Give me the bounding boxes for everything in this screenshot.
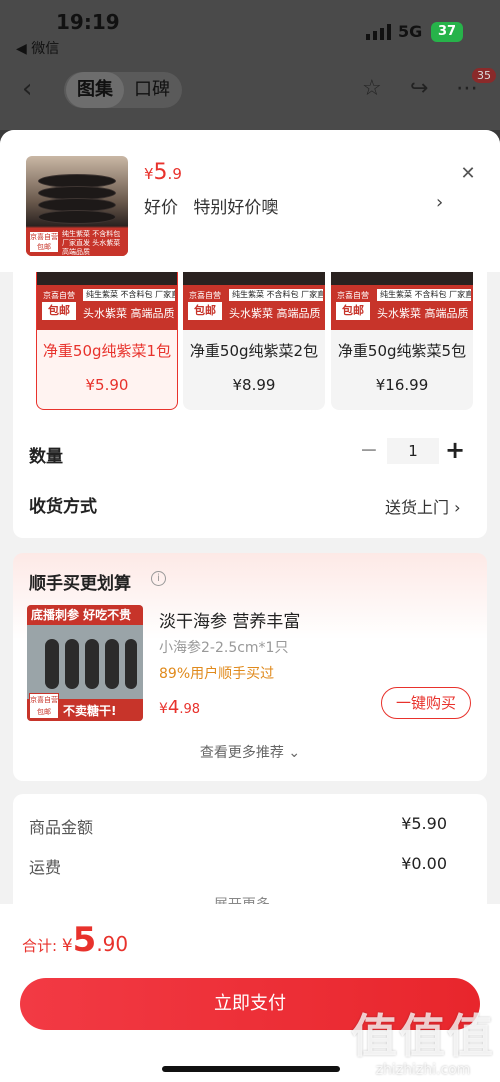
status-bar: 19:19 ◀ 微信 5G 37: [0, 0, 500, 64]
more-recommendations-link[interactable]: 查看更多推荐 ⌄: [13, 742, 487, 762]
sku-option-image: 京喜自营包邮 纯生紫菜 不含料包 厂家直发 头水紫菜 高端品质: [183, 272, 325, 330]
delivery-method-selector[interactable]: 送货上门 ›: [385, 494, 461, 518]
product-thumbnail[interactable]: 纯生紫菜 不含料包 厂家直发 头水紫菜 高端品质 京喜自营 包邮: [26, 156, 128, 256]
sku-option-1[interactable]: 京喜自营包邮 纯生紫菜 不含料包 厂家直发 头水紫菜 高端品质 净重50g纯紫菜…: [36, 272, 178, 410]
sku-header: 纯生紫菜 不含料包 厂家直发 头水紫菜 高端品质 京喜自营 包邮 ¥5.9 好价…: [0, 130, 500, 272]
sku-option-name: 净重50g纯紫菜2包: [189, 342, 319, 360]
star-icon[interactable]: ☆: [362, 76, 382, 101]
quantity-label: 数量: [29, 447, 63, 467]
sku-option-image: 京喜自营包邮 纯生紫菜 不含料包 厂家直发 头水紫菜 高端品质: [37, 272, 177, 330]
tab-reviews[interactable]: 口碑: [134, 72, 170, 108]
shipping-fee-row: 运费 ¥0.00: [29, 854, 447, 878]
promo-tag: 好价: [144, 198, 178, 218]
sku-option-price: ¥16.99: [375, 376, 429, 394]
recommendation-card: 顺手买更划算 i 底播刺参 好吃不贵 京喜自营 包邮 不卖糖干! 淡干海参 营养…: [13, 553, 487, 781]
recommended-product-spec: 小海参2-2.5cm*1只: [159, 640, 289, 656]
site-watermark: 值值值 zhizhizhi.com: [351, 1009, 495, 1078]
recommended-product-image[interactable]: 底播刺参 好吃不贵 京喜自营 包邮 不卖糖干!: [27, 605, 143, 721]
promo-tags[interactable]: 好价 特别好价噢: [144, 193, 288, 218]
back-arrow-icon[interactable]: ‹: [22, 74, 32, 104]
sku-option-3[interactable]: 京喜自营 包邮 纯生紫菜 不含料包 厂家直发 头水紫菜 高端品质 净重50g纯紫菜…: [331, 272, 473, 410]
sku-option-image: 京喜自营包邮 纯生紫菜 不含料包 厂家直发 头水紫菜 高端品质: [331, 272, 473, 330]
network-label: 5G: [398, 22, 423, 41]
quantity-minus-button[interactable]: −: [359, 438, 379, 463]
order-total: 合计: ¥5.90: [22, 920, 129, 960]
shipping-fee-label: 运费: [29, 858, 62, 877]
delivery-method-label: 收货方式: [29, 497, 97, 517]
shipping-fee-value: ¥0.00: [401, 854, 447, 873]
recommended-product-name[interactable]: 淡干海参 营养丰富: [159, 607, 300, 632]
product-nav-bar: ‹ 图集 口碑 ☆ ↪ ⋯ 35: [0, 64, 500, 130]
gallery-tabs: 图集 口碑: [64, 72, 182, 108]
thumbnail-tag: 京喜自营 包邮: [29, 231, 59, 253]
sku-option-price: ¥8.99: [232, 376, 276, 394]
sku-option-name: 净重50g纯紫菜5包: [337, 342, 467, 360]
goods-amount-value: ¥5.90: [401, 814, 447, 833]
recommended-bought-rate: 89%用户顺手买过: [159, 666, 275, 682]
message-count-badge: 35: [472, 68, 496, 83]
battery-icon: 37: [431, 22, 463, 42]
home-indicator: [162, 1066, 340, 1072]
goods-amount-label: 商品金额: [29, 818, 94, 837]
back-to-wechat[interactable]: ◀ 微信: [16, 38, 59, 58]
sku-option-price: ¥5.90: [85, 376, 129, 394]
share-icon[interactable]: ↪: [410, 76, 428, 101]
chevron-right-icon[interactable]: ›: [436, 192, 443, 213]
recommendation-title: 顺手买更划算: [29, 574, 131, 594]
promo-tag: 特别好价噢: [193, 198, 279, 218]
goods-amount-row: 商品金额 ¥5.90: [29, 814, 447, 838]
sku-option-2[interactable]: 京喜自营 包邮 纯生紫菜 不含料包 厂家直发 头水紫菜 高端品质 净重50g纯紫菜…: [183, 272, 325, 410]
one-click-buy-button[interactable]: 一键购买: [381, 687, 471, 719]
tab-gallery[interactable]: 图集: [66, 72, 124, 108]
sku-option-name: 净重50g纯紫菜1包: [42, 342, 172, 360]
quantity-input[interactable]: 1: [387, 438, 439, 464]
selected-price: ¥5.9: [144, 160, 182, 185]
sku-options-card: 京喜自营包邮 纯生紫菜 不含料包 厂家直发 头水紫菜 高端品质 净重50g纯紫菜…: [13, 272, 487, 538]
info-icon[interactable]: i: [151, 571, 166, 586]
signal-icon: [366, 24, 391, 40]
recommended-product-price: ¥4.98: [159, 697, 201, 718]
quantity-plus-button[interactable]: +: [445, 436, 465, 464]
rec-image-tag: 京喜自营 包邮: [29, 693, 59, 719]
rec-image-slogan: 不卖糖干!: [63, 704, 117, 718]
status-time: 19:19: [56, 10, 120, 34]
close-icon[interactable]: ✕: [456, 162, 480, 186]
rec-image-headline: 底播刺参 好吃不贵: [27, 605, 143, 625]
